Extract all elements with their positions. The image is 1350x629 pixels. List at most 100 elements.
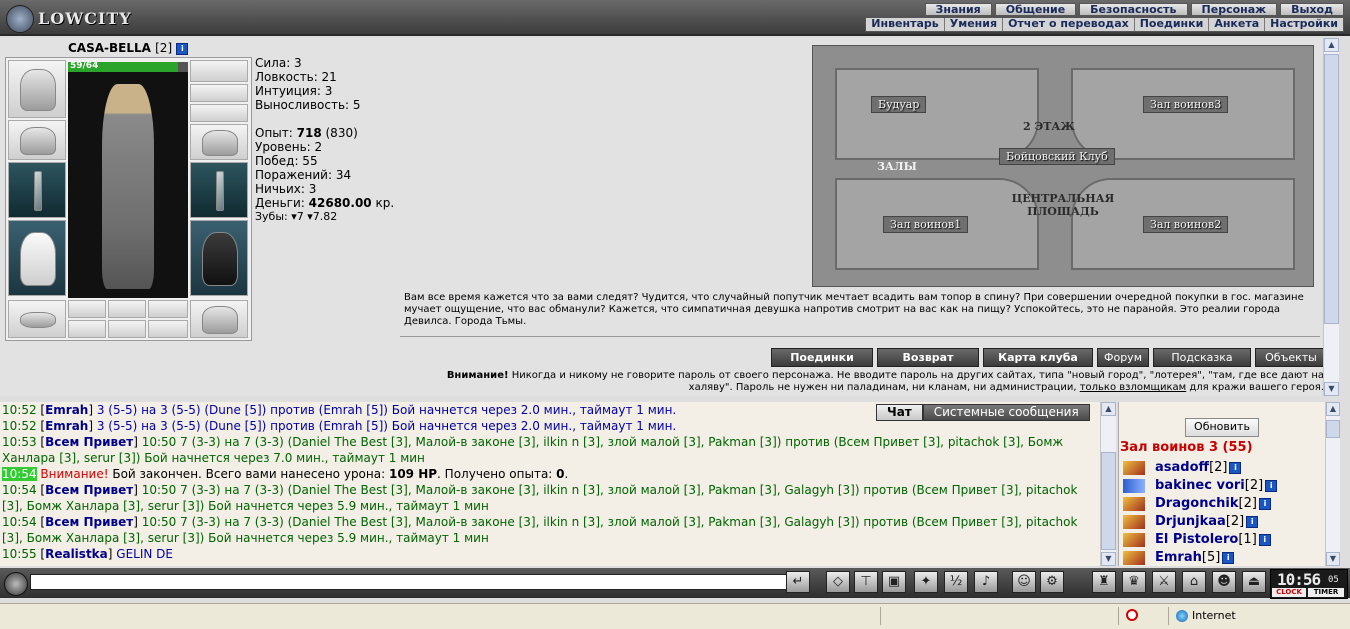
menu-character[interactable]: Персонаж bbox=[1190, 3, 1278, 16]
userlist-scrollbar[interactable]: ▲ ▼ bbox=[1325, 402, 1340, 566]
map-label-central-square[interactable]: ЦЕНТРАЛЬНАЯ ПЛОЩАДЬ bbox=[1003, 192, 1123, 218]
refresh-button[interactable]: Обновить bbox=[1185, 418, 1259, 437]
sound-icon[interactable]: ♪ bbox=[974, 571, 998, 593]
fight-icon[interactable] bbox=[1123, 515, 1145, 529]
map-label-boudoir[interactable]: Будуар bbox=[871, 96, 927, 113]
map-label-hall1[interactable]: Зал воинов1 bbox=[883, 216, 969, 233]
user-name[interactable]: El Pistolero bbox=[1155, 531, 1238, 549]
send-icon[interactable]: ↵ bbox=[786, 571, 810, 593]
clock-tab[interactable]: CLOCK bbox=[1272, 588, 1306, 597]
submenu-settings[interactable]: Настройки bbox=[1264, 18, 1343, 31]
settings-icon[interactable]: ⚙ bbox=[1040, 571, 1064, 593]
chat-scrollbar[interactable]: ▲ ▼ bbox=[1100, 402, 1116, 566]
bracers-slot[interactable] bbox=[8, 120, 66, 160]
tab-system-messages[interactable]: Системные сообщения bbox=[922, 404, 1090, 421]
boots-slot[interactable] bbox=[190, 300, 248, 338]
map-label-hall3[interactable]: Зал воинов3 bbox=[1143, 96, 1229, 113]
ring-slot-1[interactable] bbox=[68, 300, 106, 318]
chat-nick[interactable]: Emrah bbox=[45, 403, 88, 417]
fight-icon[interactable] bbox=[1123, 497, 1145, 511]
rune-slot-2[interactable] bbox=[108, 320, 146, 338]
bag-icon[interactable]: ♜ bbox=[1092, 571, 1116, 593]
pants-slot[interactable] bbox=[190, 220, 248, 296]
timer-tab[interactable]: TIMER bbox=[1308, 588, 1344, 597]
scroll-up-icon[interactable]: ▲ bbox=[1326, 402, 1340, 416]
return-button[interactable]: Возврат bbox=[877, 348, 979, 367]
submenu-inventory[interactable]: Инвентарь bbox=[866, 18, 943, 31]
scroll-down-icon[interactable]: ▼ bbox=[1326, 552, 1340, 566]
transfer-icon[interactable] bbox=[1123, 479, 1145, 493]
info-icon[interactable]: i bbox=[1258, 498, 1271, 510]
smiley-icon[interactable]: ☺ bbox=[1012, 571, 1036, 593]
menu-exit[interactable]: Выход bbox=[1280, 3, 1344, 16]
scroll-up-icon[interactable]: ▲ bbox=[1101, 402, 1116, 416]
main-scrollbar[interactable]: ▲ ▼ bbox=[1323, 38, 1339, 396]
info-icon[interactable]: i bbox=[1258, 534, 1271, 546]
ratio-icon[interactable]: ½ bbox=[944, 571, 968, 593]
scroll-down-icon[interactable]: ▼ bbox=[1101, 552, 1116, 566]
chat-time[interactable]: 10:54 bbox=[2, 483, 37, 497]
chat-nick[interactable]: Всем Привет bbox=[45, 483, 133, 497]
chat-nick[interactable]: Всем Привет bbox=[45, 435, 133, 449]
info-icon[interactable]: i bbox=[1246, 516, 1259, 528]
fights-button[interactable]: Поединки bbox=[771, 348, 873, 367]
map-label-hall2[interactable]: Зал воинов2 bbox=[1143, 216, 1229, 233]
map-room-boudoir[interactable] bbox=[835, 68, 1039, 160]
rune-slot-3[interactable] bbox=[148, 320, 188, 338]
helmet-slot[interactable] bbox=[8, 60, 66, 118]
belt-slot[interactable] bbox=[8, 300, 66, 338]
ring-slot-3[interactable] bbox=[148, 300, 188, 318]
inventory-icon[interactable]: ♛ bbox=[1122, 571, 1146, 593]
weapon-right-slot[interactable] bbox=[190, 162, 248, 218]
save-icon[interactable]: ▣ bbox=[882, 571, 906, 593]
info-icon[interactable]: i bbox=[1229, 462, 1242, 474]
map-label-halls[interactable]: ЗАЛЫ bbox=[877, 160, 917, 173]
chat-time[interactable]: 10:55 bbox=[2, 547, 37, 561]
submenu-transfer-report[interactable]: Отчет о переводах bbox=[1002, 18, 1134, 31]
battle-icon[interactable]: ⚔ bbox=[1152, 571, 1176, 593]
scroll-thumb[interactable] bbox=[1101, 452, 1116, 550]
rune-slot-1[interactable] bbox=[68, 320, 106, 338]
chat-nick[interactable]: Emrah bbox=[45, 419, 88, 433]
scroll-thumb[interactable] bbox=[1324, 54, 1339, 324]
armor-slot[interactable] bbox=[8, 220, 66, 296]
filter-icon[interactable]: ⊤ bbox=[854, 571, 878, 593]
menu-communication[interactable]: Общение bbox=[994, 3, 1077, 16]
info-icon[interactable]: i bbox=[1222, 552, 1235, 564]
submenu-profile[interactable]: Анкета bbox=[1208, 18, 1264, 31]
chat-time[interactable]: 10:52 bbox=[2, 403, 37, 417]
menu-security[interactable]: Безопасность bbox=[1079, 3, 1188, 16]
club-map-button[interactable]: Карта клуба bbox=[983, 348, 1093, 367]
scroll-down-icon[interactable]: ▼ bbox=[1324, 382, 1339, 396]
menu-knowledge[interactable]: Знания bbox=[924, 3, 992, 16]
chat-mode-icon[interactable] bbox=[4, 572, 28, 596]
necklace-slot[interactable] bbox=[190, 84, 248, 102]
chat-input[interactable] bbox=[30, 574, 788, 590]
mask-icon[interactable]: ☻ bbox=[1212, 571, 1236, 593]
weapon-left-slot[interactable] bbox=[8, 162, 66, 218]
fight-icon[interactable] bbox=[1123, 533, 1145, 547]
user-name[interactable]: Emrah bbox=[1155, 549, 1202, 567]
hint-button[interactable]: Подсказка bbox=[1153, 348, 1251, 367]
submenu-fights[interactable]: Поединки bbox=[1133, 18, 1209, 31]
chat-time[interactable]: 10:54 bbox=[2, 515, 37, 529]
chat-time[interactable]: 10:53 bbox=[2, 435, 37, 449]
info-icon[interactable]: i bbox=[176, 42, 189, 55]
user-name[interactable]: Dragonchik bbox=[1155, 495, 1239, 513]
ring-slot-2[interactable] bbox=[108, 300, 146, 318]
chat-nick[interactable]: Realistka bbox=[45, 547, 108, 561]
fighter-icon[interactable]: ✦ bbox=[914, 571, 938, 593]
fight-icon[interactable] bbox=[1123, 461, 1145, 475]
rings-slot[interactable] bbox=[190, 104, 248, 122]
chat-time[interactable]: 10:54 bbox=[2, 467, 37, 481]
forum-button[interactable]: Форум bbox=[1097, 348, 1149, 367]
info-icon[interactable]: i bbox=[1265, 480, 1278, 492]
fight-icon[interactable] bbox=[1123, 551, 1145, 565]
exit-icon[interactable]: ⏏ bbox=[1242, 571, 1266, 593]
home-icon[interactable]: ⌂ bbox=[1182, 571, 1206, 593]
gloves-slot[interactable] bbox=[190, 124, 248, 160]
chat-nick[interactable]: Всем Привет bbox=[45, 515, 133, 529]
earrings-slot[interactable] bbox=[190, 60, 248, 82]
map-room-hall3[interactable] bbox=[1071, 68, 1295, 160]
chat-time[interactable]: 10:52 bbox=[2, 419, 37, 433]
